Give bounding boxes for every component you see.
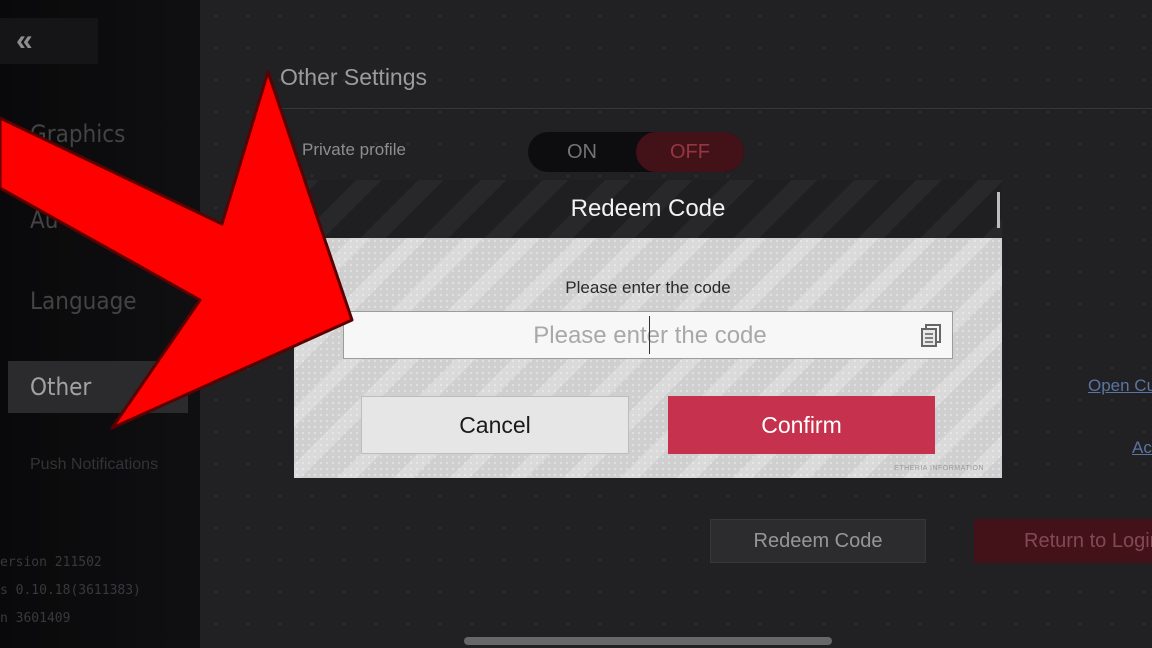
dialog-header: Redeem Code — [294, 180, 1002, 238]
code-input-container[interactable] — [343, 311, 956, 360]
dialog-body: Please enter the code Cancel Confirm ETH… — [294, 238, 1002, 478]
code-input[interactable] — [344, 312, 956, 360]
watermark: ETHERIA INFORMATION — [894, 465, 984, 472]
header-edge — [997, 192, 1000, 228]
cancel-button[interactable]: Cancel — [361, 396, 629, 454]
code-prompt-label: Please enter the code — [565, 278, 731, 297]
redeem-code-dialog: Redeem Code Please enter the code Cancel… — [294, 180, 1002, 478]
text-caret — [649, 316, 650, 354]
header-edge — [294, 192, 297, 228]
paste-icon[interactable] — [920, 324, 942, 348]
dialog-title: Redeem Code — [570, 195, 726, 222]
confirm-button[interactable]: Confirm — [668, 396, 935, 454]
